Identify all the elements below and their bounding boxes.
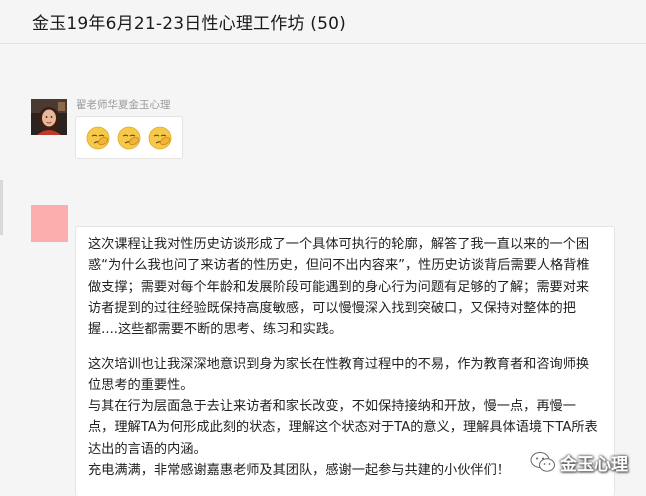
message-paragraph: 这次培训也让我深深地意识到身为家长在性教育过程中的不易，作为教育者和咨询师换位思… [88, 357, 590, 394]
avatar-photo [31, 99, 67, 135]
wechat-logo-icon [530, 452, 555, 472]
facepalm-emoji-icon [148, 126, 172, 150]
message-paragraph: 与其在行为层面急于去让来访者和家长改变，不如保持接纳和开放，慢一点，再慢一点，理… [88, 399, 598, 457]
chat-title[interactable]: 金玉19年6月21-23日性心理工作坊 (50) [32, 9, 346, 34]
sender-name: 翟老师华夏金玉心理 [76, 99, 171, 111]
chat-header: 金玉19年6月21-23日性心理工作坊 (50) [0, 0, 646, 44]
scroll-edge [0, 180, 3, 235]
avatar[interactable] [31, 205, 68, 242]
avatar[interactable] [31, 99, 67, 135]
watermark-text: 金玉心理 [560, 454, 628, 475]
watermark: 金玉心理 [530, 450, 628, 475]
message-paragraph: 这次课程让我对性历史访谈形成了一个具体可执行的轮廓，解答了我一直以来的一个困惑“… [88, 237, 590, 338]
message-paragraph: 充电满满，非常感谢嘉惠老师及其团队，感谢一起参与共建的小伙伴们！ [88, 463, 510, 478]
facepalm-emoji-icon [117, 126, 141, 150]
emoji-message-bubble[interactable] [75, 116, 183, 159]
facepalm-emoji-icon [86, 126, 110, 150]
